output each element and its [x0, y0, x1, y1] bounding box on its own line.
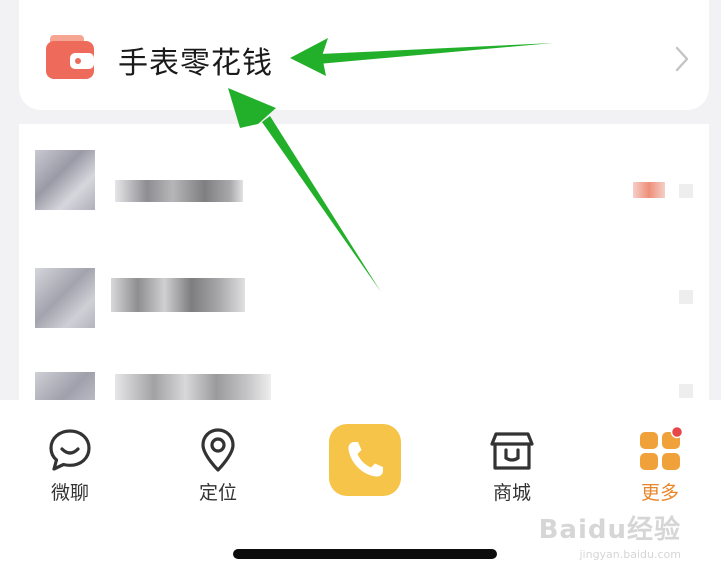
location-pin-icon — [201, 428, 235, 472]
avatar — [35, 150, 95, 210]
unread-badge — [633, 182, 665, 198]
tab-chat[interactable]: 微聊 — [15, 426, 125, 536]
baidu-watermark: Baidu经验 jingyan.baidu.com — [539, 509, 681, 561]
contact-name — [115, 180, 243, 202]
watermark-url: jingyan.baidu.com — [579, 548, 681, 561]
chevron-right-icon[interactable] — [674, 45, 690, 73]
list-item[interactable] — [19, 130, 709, 222]
list-item[interactable] — [19, 234, 709, 328]
avatar — [35, 268, 95, 328]
item-meta — [679, 290, 693, 304]
tab-label: 定位 — [198, 482, 237, 504]
item-meta — [679, 384, 693, 398]
call-button[interactable] — [329, 424, 401, 496]
tab-location[interactable]: 定位 — [163, 426, 273, 536]
phone-icon — [348, 442, 383, 477]
wallet-icon — [46, 35, 94, 79]
pocket-money-label[interactable]: 手表零花钱 — [118, 38, 273, 82]
more-grid-icon — [640, 426, 684, 470]
contact-list — [19, 124, 709, 414]
tab-label: 微聊 — [50, 482, 89, 504]
item-meta — [679, 184, 693, 198]
watermark-brand: Baidu经验 — [538, 515, 681, 545]
tab-label: 商城 — [492, 482, 531, 504]
contact-name — [111, 278, 245, 312]
home-indicator — [233, 549, 497, 559]
shop-icon — [490, 432, 534, 470]
chat-bubble-icon — [49, 429, 91, 471]
tab-label: 更多 — [640, 482, 679, 504]
